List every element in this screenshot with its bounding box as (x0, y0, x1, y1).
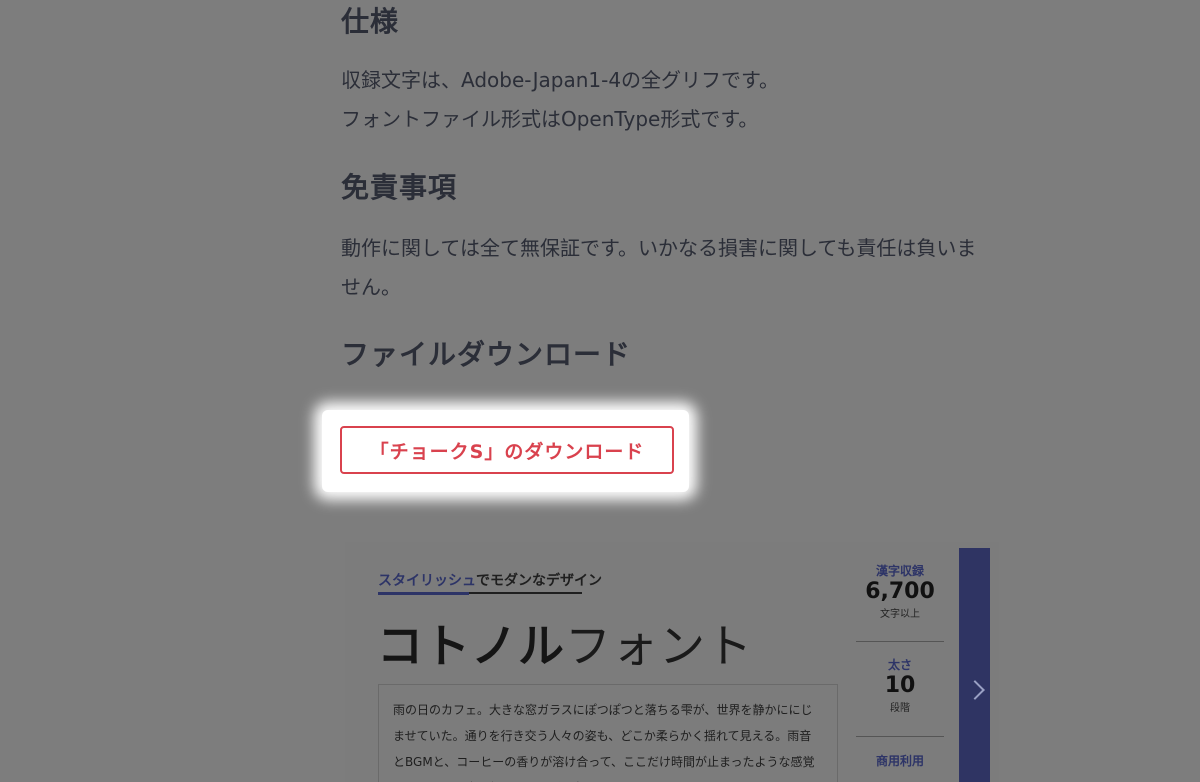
stat-kanji-value: 6,700 (865, 579, 935, 604)
tagline-underline-accent (378, 592, 469, 595)
stat-kanji-label: 漢字収録 (875, 564, 924, 578)
banner-font-name: コトノルフォント (377, 610, 753, 676)
banner-next-tab[interactable] (959, 548, 990, 782)
tagline-rest: でモダンなデザイン (476, 573, 602, 589)
banner-tagline: スタイリッシュでモダンなデザイン (378, 570, 602, 590)
font-name-thin: フォント (565, 619, 753, 673)
stat-commercial-label: 商用利用 (875, 754, 924, 768)
stat-kanji: 漢字収録 6,700 文字以上 (856, 562, 944, 620)
download-heading: ファイルダウンロード (341, 338, 632, 371)
stat-weight-label: 太さ (887, 658, 912, 672)
disclaimer-text-line1: 動作に関しては全て無保証です。いかなる損害に関しても責任は負いま (341, 236, 977, 260)
stat-commercial: 商用利用 (856, 752, 944, 769)
banner-sample-text: 雨の日のカフェ。大きな窓ガラスにぽつぽつと落ちる雫が、世界を静かににじませていた… (378, 684, 838, 782)
download-button[interactable]: 「チョークS」のダウンロード (340, 426, 674, 474)
font-banner[interactable]: スタイリッシュでモダンなデザイン コトノルフォント 雨の日のカフェ。大きな窓ガラ… (345, 542, 999, 782)
spec-text-line2: フォントファイル形式はOpenType形式です。 (341, 107, 759, 131)
stat-weight: 太さ 10 段階 (856, 656, 944, 714)
chevron-right-icon[interactable] (965, 680, 985, 700)
stat-divider (856, 641, 944, 642)
spec-text-line1: 収録文字は、Adobe-Japan1-4の全グリフです。 (341, 68, 780, 92)
stat-weight-value: 10 (884, 673, 916, 698)
tagline-underline (469, 592, 582, 594)
disclaimer-heading: 免責事項 (341, 171, 458, 204)
stat-kanji-unit: 文字以上 (880, 609, 920, 620)
font-name-bold: コトノル (377, 619, 565, 673)
disclaimer-text-line2: せん。 (341, 275, 401, 299)
banner-stats: 漢字収録 6,700 文字以上 太さ 10 段階 商用利用 (856, 542, 956, 782)
tagline-accent: スタイリッシュ (378, 573, 476, 589)
stat-weight-unit: 段階 (890, 703, 910, 714)
stat-divider (856, 736, 944, 737)
spec-heading: 仕様 (341, 5, 400, 38)
